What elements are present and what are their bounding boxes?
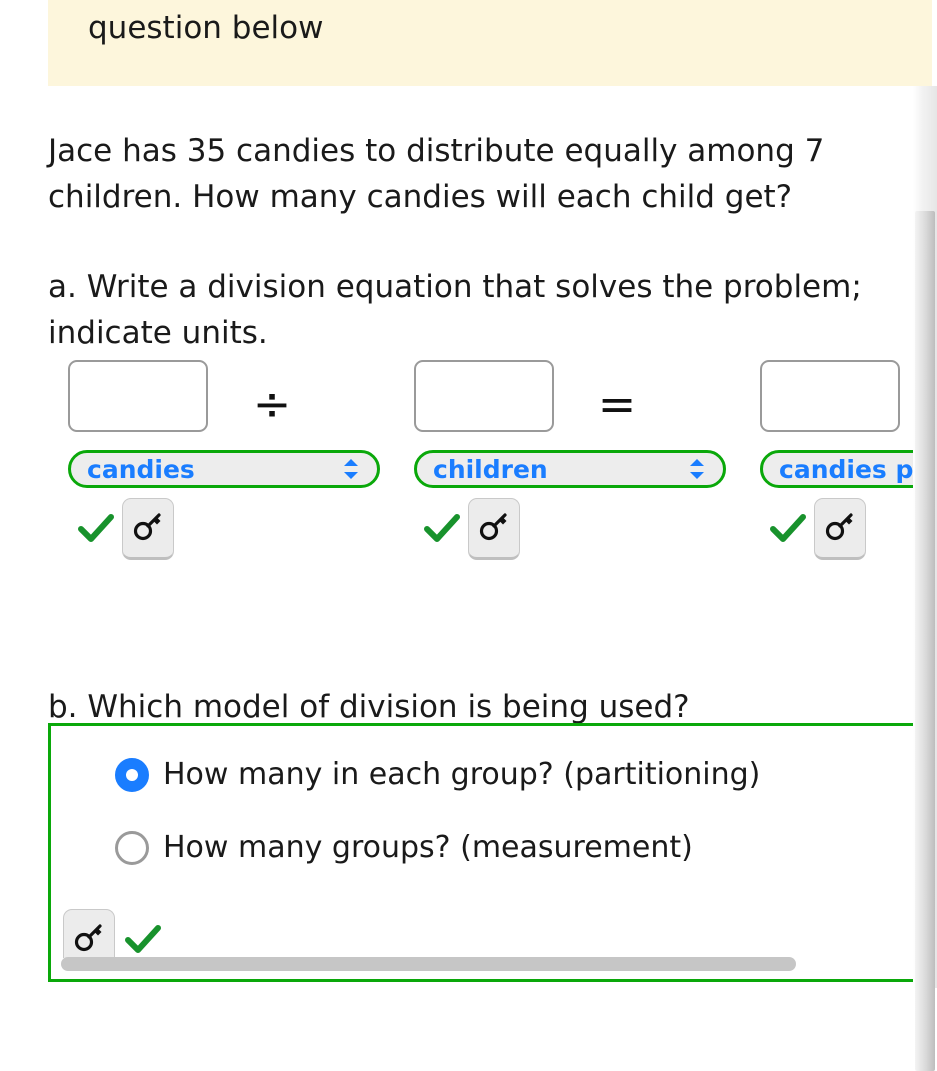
check-icon [125,925,161,955]
equation-row: candies children candies per [0,360,937,590]
part-a-instruction: a. Write a division equation that solves… [48,269,862,351]
key-button-1[interactable] [122,498,174,560]
radio-icon-unselected[interactable] [115,831,149,865]
equation-column-2: children [414,360,726,560]
answer-input-3[interactable] [760,360,900,432]
key-icon [823,509,857,547]
feedback-row-2 [414,498,726,560]
choice-option-1[interactable]: How many groups? (measurement) [115,831,693,865]
equals-operator: = [597,377,637,431]
key-icon [131,509,165,547]
horizontal-scrollbar-track[interactable] [53,957,933,976]
choice-option-1-label: How many groups? (measurement) [163,830,693,865]
chevron-updown-icon [341,457,361,481]
key-button-3[interactable] [814,498,866,560]
equation-column-1: candies [68,360,380,560]
check-icon [78,514,114,544]
instruction-banner: question below [48,0,932,86]
vertical-scrollbar-thumb[interactable] [915,211,935,1071]
key-button-2[interactable] [468,498,520,560]
unit-select-1-label: candies [87,454,195,484]
key-icon [477,509,511,547]
banner-text: question below [88,10,324,46]
answer-input-1[interactable] [68,360,208,432]
choice-group: How many in each group? (partitioning) H… [48,723,934,982]
feedback-row-3 [760,498,937,560]
left-gutter [0,0,48,86]
horizontal-scrollbar-thumb[interactable] [61,957,796,971]
key-icon [72,920,106,958]
unit-select-1[interactable]: candies [68,450,380,488]
radio-icon-selected[interactable] [115,758,149,792]
unit-select-2-label: children [433,454,548,484]
choice-option-0-label: How many in each group? (partitioning) [163,757,761,792]
equation-column-3: candies per [760,360,937,560]
problem-prompt: Jace has 35 candies to distribute equall… [48,133,825,215]
vertical-scrollbar-track[interactable] [913,86,937,1071]
feedback-row-1 [68,498,380,560]
unit-select-3[interactable]: candies per [760,450,937,488]
check-icon [770,514,806,544]
chevron-updown-icon [687,457,707,481]
divide-operator: ÷ [252,377,292,431]
choice-option-0[interactable]: How many in each group? (partitioning) [115,758,760,792]
check-icon [424,514,460,544]
answer-input-2[interactable] [414,360,554,432]
unit-select-2[interactable]: children [414,450,726,488]
